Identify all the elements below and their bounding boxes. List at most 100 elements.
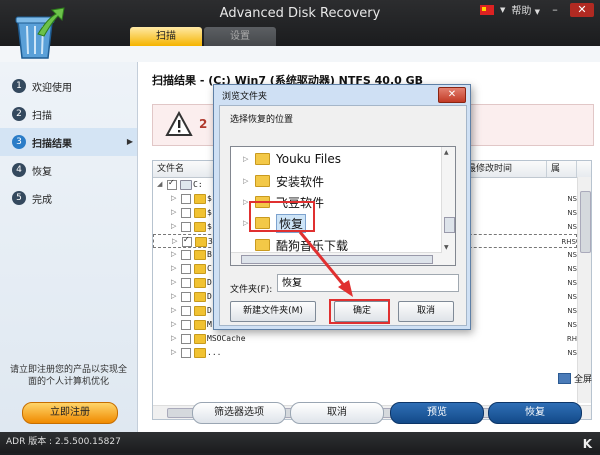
sidebar-item-label: 恢复 <box>32 166 52 178</box>
ok-button-highlight <box>329 299 390 324</box>
collapse-icon[interactable]: ◢ <box>157 180 162 188</box>
row-name: M <box>207 320 212 329</box>
vertical-scrollbar[interactable] <box>577 177 591 403</box>
expand-icon[interactable]: ▷ <box>171 348 176 356</box>
expand-icon[interactable]: ▷ <box>172 237 177 245</box>
folder-icon <box>194 348 206 358</box>
row-name: MSOCache <box>207 334 246 343</box>
row-attr: NS <box>567 265 577 273</box>
row-checkbox[interactable] <box>181 348 191 358</box>
expand-icon[interactable]: ▷ <box>171 250 176 258</box>
expand-icon[interactable]: ▷ <box>171 208 176 216</box>
dialog-cancel-button[interactable]: 取消 <box>398 301 454 322</box>
minimize-icon[interactable]: – <box>546 3 564 17</box>
dialog-close-icon[interactable]: ✕ <box>438 87 466 103</box>
sidebar-item-label: 扫描 <box>32 110 52 122</box>
row-checkbox[interactable] <box>181 264 191 274</box>
folder-item[interactable]: ▷ 安装软件 <box>243 171 324 191</box>
sidebar-item-label: 扫描结果 <box>32 138 72 150</box>
folder-icon <box>194 264 206 274</box>
row-checkbox[interactable] <box>181 222 191 232</box>
sidebar-item-recover[interactable]: 4 恢复 <box>0 156 137 184</box>
row-attr: NS <box>567 293 577 301</box>
folder-icon <box>194 222 206 232</box>
expand-icon[interactable]: ▷ <box>243 177 255 185</box>
folder-tree-hscrollbar[interactable] <box>231 252 442 265</box>
row-checkbox[interactable] <box>167 178 177 190</box>
row-name: C: <box>193 180 203 189</box>
help-menu[interactable]: 帮助 ▼ <box>511 2 540 17</box>
sidebar-item-finish[interactable]: 5 完成 <box>0 184 137 212</box>
dropdown-arrow-icon[interactable]: ▼ <box>500 6 505 14</box>
sidebar: 1 欢迎使用 2 扫描 3 扫描结果 ▶ 4 恢复 5 完成 请立即注册您的产品… <box>0 62 138 432</box>
expand-icon[interactable]: ▷ <box>171 292 176 300</box>
dialog-prompt: 选择恢复的位置 <box>230 115 294 125</box>
close-icon[interactable]: ✕ <box>570 2 594 17</box>
brand-k-icon: K <box>582 437 592 451</box>
sidebar-item-scan[interactable]: 2 扫描 <box>0 100 137 128</box>
app-logo-icon <box>15 7 65 59</box>
row-name: B <box>207 250 212 259</box>
expand-icon[interactable]: ▷ <box>243 155 255 163</box>
row-checkbox[interactable] <box>182 235 192 247</box>
row-attr: NS <box>567 251 577 259</box>
row-checkbox[interactable] <box>181 208 191 218</box>
row-checkbox[interactable] <box>181 306 191 316</box>
row-attr: NS <box>567 195 577 203</box>
scroll-up-icon[interactable]: ▲ <box>444 149 449 156</box>
step-number: 5 <box>12 191 26 205</box>
app-window: Advanced Disk Recovery ▼ 帮助 ▼ – ✕ 扫描 设置 … <box>0 0 600 453</box>
filter-options-button[interactable]: 筛选器选项 <box>192 402 286 424</box>
register-now-button[interactable]: 立即注册 <box>22 402 118 424</box>
row-name: D <box>207 278 212 287</box>
row-name: C <box>207 264 212 273</box>
folder-icon <box>194 250 206 260</box>
folder-item[interactable]: ▷ Youku Files <box>243 149 341 169</box>
new-folder-button[interactable]: 新建文件夹(M) <box>230 301 316 322</box>
folder-icon <box>255 175 270 187</box>
fullscreen-button[interactable]: 全屏 <box>557 372 592 385</box>
folder-tree-scrollbar[interactable]: ▲ ▼ <box>441 147 455 265</box>
sidebar-item-scan-results[interactable]: 3 扫描结果 ▶ <box>0 128 137 156</box>
expand-icon[interactable]: ▷ <box>171 264 176 272</box>
row-checkbox[interactable] <box>181 194 191 204</box>
sidebar-item-label: 欢迎使用 <box>32 82 72 94</box>
table-row[interactable]: ▷ MSOCache RH <box>153 332 577 346</box>
folder-field[interactable]: 恢复 <box>277 274 459 292</box>
language-flag-icon[interactable] <box>480 4 495 15</box>
folder-label: Youku Files <box>276 152 342 166</box>
tab-scan[interactable]: 扫描 <box>130 27 202 46</box>
scroll-down-icon[interactable]: ▼ <box>444 244 449 251</box>
row-attr: NS <box>567 209 577 217</box>
column-header-modified[interactable]: 最修改时间 <box>463 161 547 177</box>
recover-button[interactable]: 恢复 <box>488 402 582 424</box>
preview-button[interactable]: 预览 <box>390 402 484 424</box>
table-row[interactable]: ▷ ... NS <box>153 346 577 360</box>
tab-settings[interactable]: 设置 <box>204 27 276 46</box>
scrollbar-thumb[interactable] <box>580 191 591 253</box>
expand-icon[interactable]: ▷ <box>171 194 176 202</box>
step-number: 3 <box>12 135 26 149</box>
row-attr: NS <box>567 279 577 287</box>
row-checkbox[interactable] <box>181 292 191 302</box>
sidebar-item-welcome[interactable]: 1 欢迎使用 <box>0 72 137 100</box>
row-attr: NS <box>567 307 577 315</box>
folder-label: 酷狗音乐下载 <box>276 238 349 253</box>
expand-icon[interactable]: ▷ <box>171 306 176 314</box>
warning-text: 2 <box>199 117 208 131</box>
scrollbar-thumb[interactable] <box>444 217 455 233</box>
expand-icon[interactable]: ▷ <box>171 320 176 328</box>
expand-icon[interactable]: ▷ <box>171 278 176 286</box>
column-header-attributes[interactable]: 属 <box>547 161 577 177</box>
expand-icon[interactable]: ▷ <box>171 334 176 342</box>
row-checkbox[interactable] <box>181 320 191 330</box>
register-promo-text: 请立即注册您的产品以实现全面的个人计算机优化 <box>9 365 127 387</box>
row-name: D <box>207 292 212 301</box>
row-checkbox[interactable] <box>181 250 191 260</box>
step-number: 2 <box>12 107 26 121</box>
cancel-button[interactable]: 取消 <box>290 402 384 424</box>
row-checkbox[interactable] <box>181 278 191 288</box>
expand-icon[interactable]: ▷ <box>171 222 176 230</box>
row-checkbox[interactable] <box>181 334 191 344</box>
scrollbar-thumb[interactable] <box>241 255 433 264</box>
